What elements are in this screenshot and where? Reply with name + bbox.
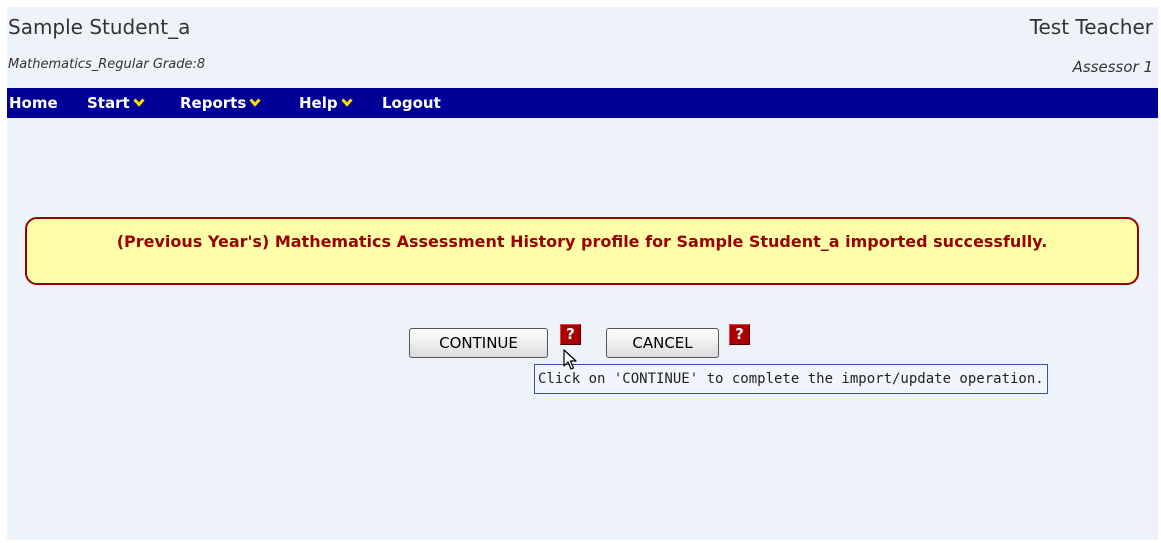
nav-home-label: Home xyxy=(9,94,58,112)
nav-start-label: Start xyxy=(87,94,130,112)
nav-help-menu[interactable]: Help xyxy=(299,94,353,112)
chevron-down-icon xyxy=(340,98,353,107)
cancel-button[interactable]: CANCEL xyxy=(606,328,719,358)
assessor-label: Assessor 1 xyxy=(1072,58,1153,76)
mouse-pointer-icon xyxy=(563,349,577,370)
cancel-help-icon[interactable]: ? xyxy=(729,324,750,345)
continue-help-icon[interactable]: ? xyxy=(560,324,581,345)
chevron-down-icon xyxy=(133,98,145,107)
student-name: Sample Student_a xyxy=(8,15,191,39)
main-navbar: Home Start Reports Help Logout xyxy=(7,88,1158,118)
success-message: (Previous Year's) Mathematics Assessment… xyxy=(116,232,1048,251)
chevron-down-icon xyxy=(249,98,261,107)
nav-logout[interactable]: Logout xyxy=(382,94,441,112)
subject-grade-label: Mathematics_Regular Grade:8 xyxy=(8,57,206,72)
continue-button[interactable]: CONTINUE xyxy=(409,328,548,358)
nav-reports-menu[interactable]: Reports xyxy=(180,94,261,112)
nav-start-menu[interactable]: Start xyxy=(87,94,145,112)
nav-help-label: Help xyxy=(299,94,338,112)
page-frame: Sample Student_a Test Teacher Mathematic… xyxy=(7,7,1158,540)
success-alert: (Previous Year's) Mathematics Assessment… xyxy=(25,217,1139,285)
nav-logout-label: Logout xyxy=(382,94,441,112)
nav-home[interactable]: Home xyxy=(9,94,58,112)
nav-reports-label: Reports xyxy=(180,94,247,112)
teacher-name: Test Teacher xyxy=(1029,15,1153,39)
continue-tooltip: Click on 'CONTINUE' to complete the impo… xyxy=(534,364,1048,394)
